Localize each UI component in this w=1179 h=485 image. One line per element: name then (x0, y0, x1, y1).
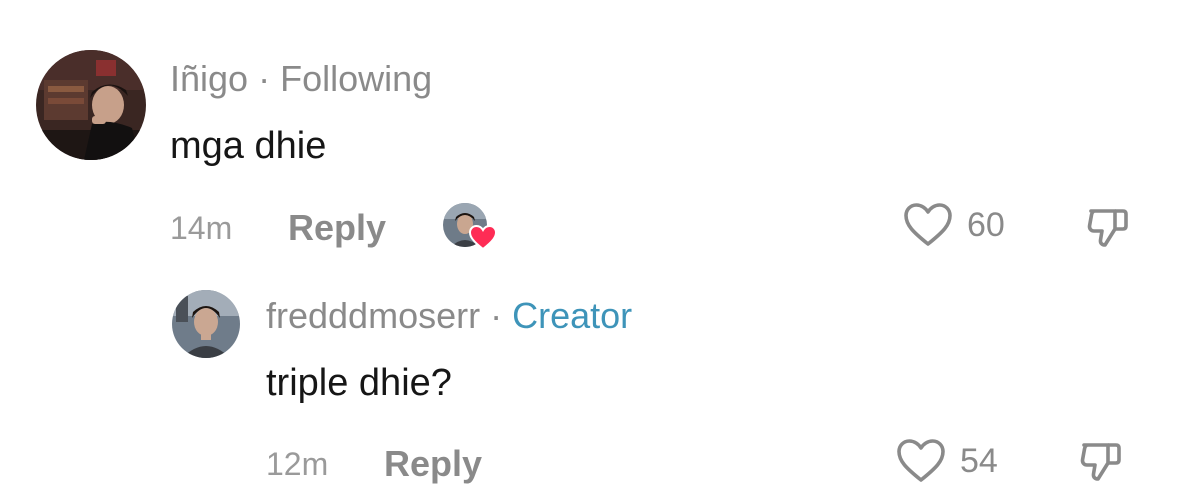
heart-outline-icon (904, 203, 952, 246)
separator-dot: · (258, 58, 271, 99)
avatar-image (172, 290, 240, 358)
reply-button[interactable]: Reply (384, 443, 482, 485)
thumbs-down-icon[interactable] (1078, 437, 1124, 483)
comment-meta: fredddmoserr · Creator (266, 295, 632, 337)
heart-outline-icon (897, 439, 945, 482)
comment-meta: Iñigo · Following (170, 58, 432, 100)
separator-dot: · (490, 295, 503, 336)
relation-label: Following (280, 58, 433, 99)
comment-text: mga dhie (170, 125, 327, 167)
like-button[interactable]: 60 (903, 202, 1005, 248)
avatar[interactable] (36, 50, 146, 160)
like-button[interactable]: 54 (896, 438, 998, 484)
thumbs-down-icon[interactable] (1085, 203, 1131, 249)
avatar[interactable] (172, 290, 240, 358)
comment-time: 14m (170, 210, 233, 246)
creator-badge: Creator (512, 295, 633, 336)
username[interactable]: Iñigo (170, 58, 248, 99)
comment-text: triple dhie? (266, 362, 452, 404)
avatar-image (36, 50, 146, 160)
like-count: 54 (960, 441, 998, 480)
comment-time: 12m (266, 446, 329, 482)
like-count: 60 (967, 205, 1005, 244)
reply-button[interactable]: Reply (288, 207, 386, 249)
username[interactable]: fredddmoserr (266, 295, 480, 336)
heart-filled-icon (469, 225, 497, 251)
creator-liked-badge (443, 203, 497, 251)
